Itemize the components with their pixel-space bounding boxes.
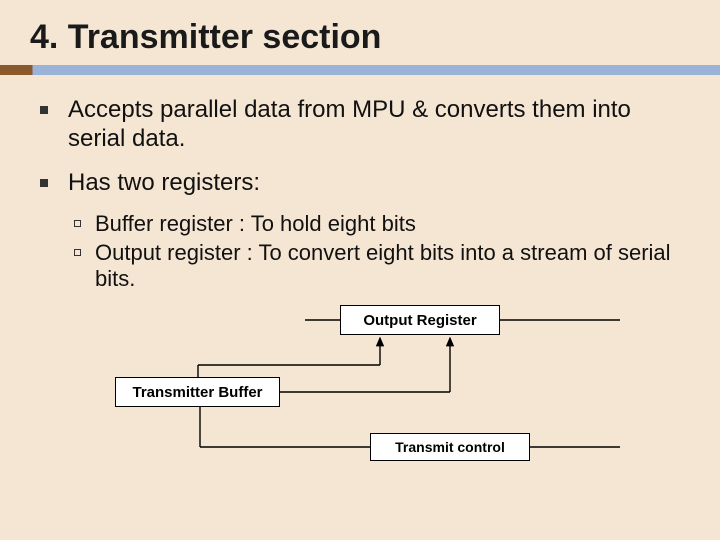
output-register-box: Output Register: [340, 305, 500, 335]
hollow-square-bullet-icon: [74, 249, 81, 256]
transmit-control-box: Transmit control: [370, 433, 530, 461]
sub-bullet-item-2: Output register : To convert eight bits …: [74, 240, 680, 294]
title-underline: [0, 65, 720, 75]
bullet-item-1: Accepts parallel data from MPU & convert…: [40, 95, 680, 154]
bullet-1-text: Accepts parallel data from MPU & convert…: [68, 95, 680, 154]
square-bullet-icon: [40, 179, 48, 187]
transmitter-buffer-box: Transmitter Buffer: [115, 377, 280, 407]
slide-title: 4. Transmitter section: [0, 0, 720, 65]
hollow-square-bullet-icon: [74, 220, 81, 227]
sub-bullet-1-text: Buffer register : To hold eight bits: [95, 211, 416, 238]
bullet-2-text: Has two registers:: [68, 168, 260, 197]
bullet-item-2: Has two registers:: [40, 168, 680, 197]
sub-bullet-2-text: Output register : To convert eight bits …: [95, 240, 680, 294]
transmitter-diagram: Output Register Transmitter Buffer Trans…: [60, 305, 680, 475]
square-bullet-icon: [40, 106, 48, 114]
sub-bullet-item-1: Buffer register : To hold eight bits: [74, 211, 680, 238]
content-area: Accepts parallel data from MPU & convert…: [0, 75, 720, 475]
slide: 4. Transmitter section Accepts parallel …: [0, 0, 720, 540]
